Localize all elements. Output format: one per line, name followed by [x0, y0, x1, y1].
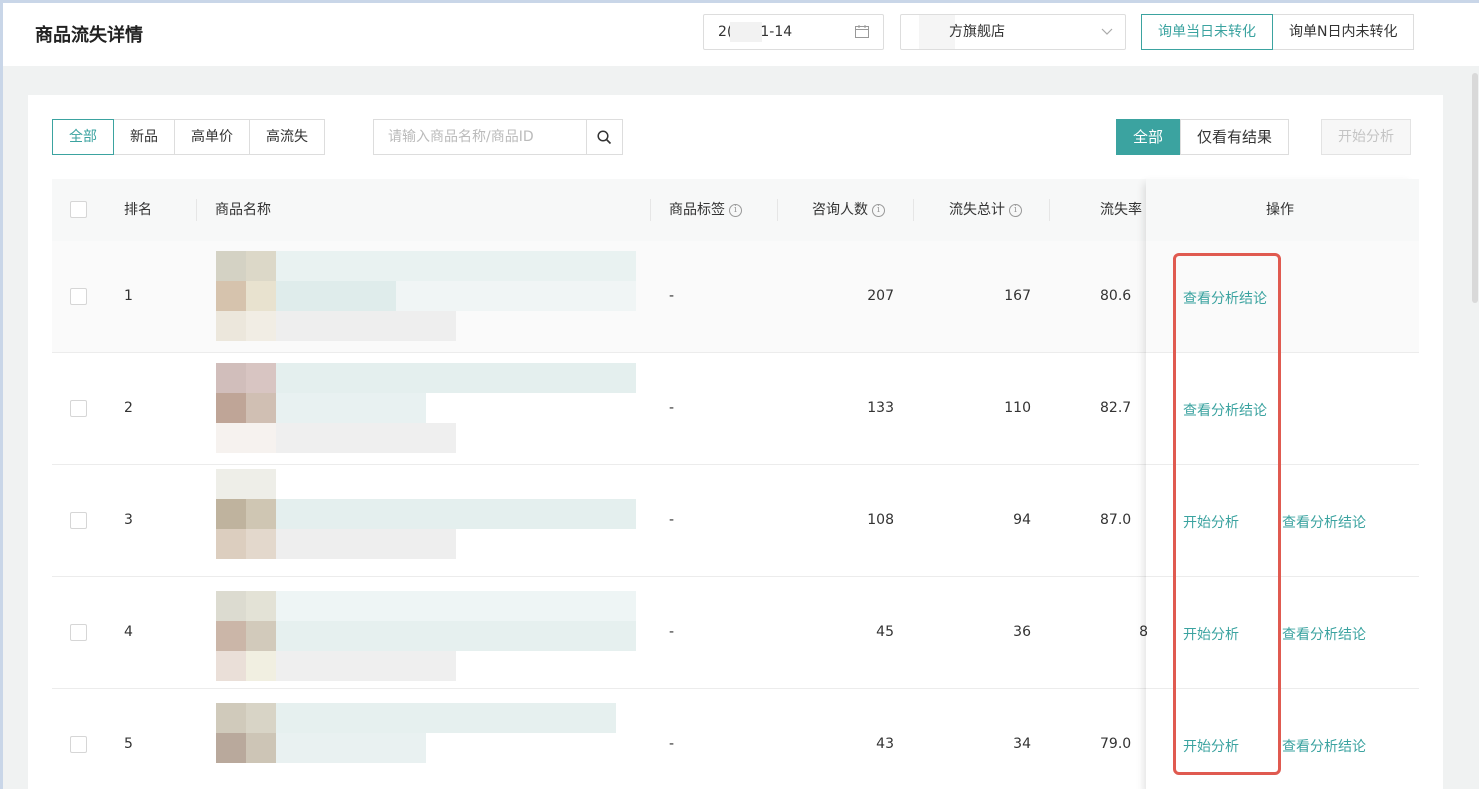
row-consult: 45 [876, 624, 894, 640]
table-header: 排名 商品名称 商品标签 i 咨询人数 i 流失总计 i 流失率 操作 [52, 179, 1419, 241]
row-tag: - [669, 400, 675, 416]
highlight-annotation [1173, 253, 1281, 775]
tab-high-price[interactable]: 高单价 [175, 119, 250, 155]
row-checkbox[interactable] [70, 512, 87, 529]
row-rate: 79.0 [1100, 736, 1132, 752]
row-rank: 1 [124, 288, 133, 304]
date-redaction [730, 22, 763, 42]
col-tag-label: 商品标签 [669, 202, 725, 218]
shop-select[interactable]: 方旗舰店 [900, 14, 1126, 50]
tab-all[interactable]: 全部 [52, 119, 114, 155]
row-checkbox[interactable] [70, 624, 87, 641]
shop-name: 方旗舰店 [949, 24, 1005, 40]
col-consult: 咨询人数 i [812, 179, 885, 241]
col-divider [777, 199, 778, 221]
info-icon[interactable]: i [872, 203, 885, 217]
row-rank: 5 [124, 736, 133, 752]
row-consult: 207 [867, 288, 894, 304]
col-consult-label: 咨询人数 [812, 202, 868, 218]
date-picker[interactable]: 2(1-14 [703, 14, 884, 50]
content-card: 全部 新品 高单价 高流失 全部 仅看有结果 开始分析 排名 商品名称 商品标签… [28, 95, 1443, 789]
row-tag: - [669, 512, 675, 528]
tab-result-only[interactable]: 仅看有结果 [1180, 119, 1290, 155]
search-button[interactable] [586, 120, 622, 154]
row-checkbox[interactable] [70, 288, 87, 305]
tab-result-all[interactable]: 全部 [1116, 119, 1181, 155]
row-rank: 2 [124, 400, 133, 416]
row-checkbox[interactable] [70, 736, 87, 753]
col-divider [1049, 199, 1050, 221]
col-tag: 商品标签 i [669, 179, 742, 241]
product-name-redacted [212, 241, 636, 353]
row-loss: 36 [1013, 624, 1031, 640]
row-rate: 87.0 [1100, 512, 1132, 528]
row-consult: 108 [867, 512, 894, 528]
view-result-link[interactable]: 查看分析结论 [1282, 736, 1366, 756]
row-consult: 43 [876, 736, 894, 752]
row-loss: 167 [1004, 288, 1031, 304]
info-icon[interactable]: i [1009, 203, 1022, 217]
row-rate: 8 [1139, 624, 1148, 640]
row-rate: 82.7 [1100, 400, 1132, 416]
row-tag: - [669, 736, 675, 752]
col-name: 商品名称 [215, 202, 271, 218]
product-name-redacted [212, 465, 636, 577]
row-rank: 4 [124, 624, 133, 640]
search-box [373, 119, 623, 155]
row-loss: 34 [1013, 736, 1031, 752]
col-divider [913, 199, 914, 221]
row-loss: 94 [1013, 512, 1031, 528]
select-all-checkbox[interactable] [70, 201, 87, 218]
row-rank: 3 [124, 512, 133, 528]
start-analysis-button[interactable]: 开始分析 [1321, 119, 1411, 155]
col-divider [650, 199, 651, 221]
row-loss: 110 [1004, 400, 1031, 416]
col-ops: 操作 [1266, 202, 1294, 218]
tab-same-day[interactable]: 询单当日未转化 [1141, 14, 1273, 50]
row-consult: 133 [867, 400, 894, 416]
calendar-icon [855, 25, 869, 38]
category-tabs: 全部 新品 高单价 高流失 [52, 119, 325, 155]
col-divider [196, 199, 197, 221]
view-result-link[interactable]: 查看分析结论 [1282, 624, 1366, 644]
product-name-redacted [212, 689, 636, 789]
product-name-redacted [212, 577, 636, 689]
search-input[interactable] [374, 120, 584, 154]
row-tag: - [669, 288, 675, 304]
col-loss: 流失总计 i [949, 179, 1022, 241]
product-name-redacted [212, 353, 636, 465]
tab-high-loss[interactable]: 高流失 [250, 119, 325, 155]
row-tag: - [669, 624, 675, 640]
row-checkbox[interactable] [70, 400, 87, 417]
view-result-link[interactable]: 查看分析结论 [1282, 512, 1366, 532]
row-rate: 80.6 [1100, 288, 1132, 304]
tab-new[interactable]: 新品 [114, 119, 175, 155]
col-rank: 排名 [124, 202, 152, 218]
date-suffix: 1-14 [760, 24, 793, 40]
page-title: 商品流失详情 [35, 25, 143, 46]
result-segment: 全部 仅看有结果 [1116, 119, 1290, 155]
info-icon[interactable]: i [729, 203, 742, 217]
col-rate: 流失率 [1100, 202, 1142, 218]
top-bar: 商品流失详情 2(1-14 方旗舰店 询单当日未转化 询单N日内未转化 [3, 3, 1479, 66]
scrollbar[interactable] [1472, 73, 1478, 303]
chevron-down-icon [1101, 28, 1113, 35]
col-loss-label: 流失总计 [949, 202, 1005, 218]
conversion-segment: 询单当日未转化 询单N日内未转化 [1141, 14, 1415, 50]
search-icon [597, 129, 612, 144]
tab-n-days[interactable]: 询单N日内未转化 [1273, 14, 1415, 50]
